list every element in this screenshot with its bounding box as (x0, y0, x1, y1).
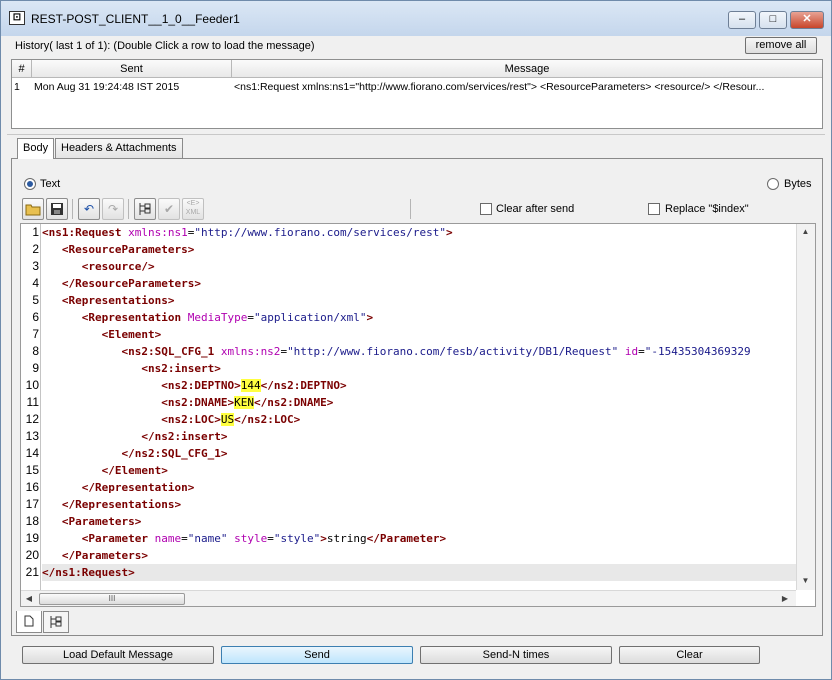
toolbar-separator (72, 199, 73, 219)
code-line-current: </ns1:Request> (42, 564, 796, 581)
code-line: <ns2:DNAME>KEN</ns2:DNAME> (161, 396, 334, 409)
load-default-message-button[interactable]: Load Default Message (22, 646, 214, 664)
scroll-down-icon[interactable]: ▼ (797, 576, 814, 585)
history-header: # Sent Message (12, 60, 822, 78)
line-number: 5 (32, 293, 39, 307)
code-line: <Element> (101, 328, 162, 341)
code-line: </ns2:insert> (141, 430, 228, 443)
code-line: </ns2:SQL_CFG_1> (121, 447, 228, 460)
tree-view-tab[interactable] (43, 611, 69, 633)
undo-icon[interactable]: ↶ (78, 198, 100, 220)
checkmark-icon[interactable]: ✔ (158, 198, 180, 220)
client-window: ⊡ REST-POST_CLIENT__1_0__Feeder1 – □ ✕ H… (0, 0, 832, 680)
editor-toolbar: ↶ ↷ ✔ <E> XML Clear after send Replace "$… (20, 197, 816, 221)
replace-index-label: Replace "$index" (665, 203, 749, 215)
code-line: <Parameters> (61, 515, 142, 528)
line-number: 1 (32, 225, 39, 239)
text-radio[interactable] (24, 178, 36, 190)
line-number: 16 (25, 480, 39, 494)
vertical-scrollbar[interactable]: ▲ ▼ (796, 224, 815, 590)
code-line: </Representations> (61, 498, 182, 511)
code-line: <ns2:DEPTNO>144</ns2:DEPTNO> (161, 379, 347, 392)
clear-after-send-label: Clear after send (496, 203, 575, 215)
redo-icon[interactable]: ↷ (102, 198, 124, 220)
minimize-button[interactable]: – (728, 11, 756, 29)
close-button[interactable]: ✕ (790, 11, 824, 29)
title-bar[interactable]: ⊡ REST-POST_CLIENT__1_0__Feeder1 – □ ✕ (1, 1, 831, 36)
toolbar-separator (410, 199, 411, 219)
line-number-gutter: 1 2 3 4 5 6 7 8 9 10 11 12 13 14 15 16 17 18 19 20 21 (21, 224, 41, 590)
code-line: </Parameters> (61, 549, 148, 562)
send-n-times-button[interactable]: Send-N times (420, 646, 612, 664)
line-number: 12 (25, 412, 39, 426)
line-number: 15 (25, 463, 39, 477)
code-line: <Parameter name="name" style="style">str… (81, 532, 447, 545)
bytes-radio[interactable] (767, 178, 779, 190)
code-line: <resource/> (81, 260, 155, 273)
history-row-message: <ns1:Request xmlns:ns1="http://www.fiora… (234, 81, 765, 93)
open-folder-icon[interactable] (22, 198, 44, 220)
send-button[interactable]: Send (221, 646, 413, 664)
code-line: <ns2:insert> (141, 362, 221, 375)
code-area[interactable]: <ns1:Request xmlns:ns1="http://www.fiora… (42, 224, 796, 590)
window-title: REST-POST_CLIENT__1_0__Feeder1 (31, 12, 240, 26)
line-number: 11 (26, 395, 39, 409)
line-number: 13 (25, 429, 39, 443)
tab-headers-attachments[interactable]: Headers & Attachments (55, 138, 183, 158)
column-header-message[interactable]: Message (232, 60, 822, 78)
line-number: 3 (32, 259, 39, 273)
scroll-left-icon[interactable]: ◀ (23, 594, 35, 603)
line-number: 6 (32, 310, 39, 324)
code-line: <Representations> (61, 294, 175, 307)
code-line: <ns2:SQL_CFG_1 xmlns:ns2="http://www.fio… (121, 345, 751, 358)
line-number: 7 (32, 327, 39, 341)
bytes-radio-label: Bytes (784, 178, 812, 190)
code-line: <Representation MediaType="application/x… (81, 311, 374, 324)
code-line: <ns2:LOC>US</ns2:LOC> (161, 413, 301, 426)
line-number: 20 (25, 548, 39, 562)
line-number: 10 (25, 378, 39, 392)
scroll-up-icon[interactable]: ▲ (797, 227, 814, 236)
body-panel: Text Bytes ↶ ↷ ✔ <E> XML Clear after sen… (11, 158, 823, 636)
xml-editor[interactable]: 1 2 3 4 5 6 7 8 9 10 11 12 13 14 15 16 17 18 19 20 21 <ns1:R… (20, 223, 816, 607)
horizontal-scroll-thumb[interactable]: III (39, 593, 185, 605)
history-table: # Sent Message 1 Mon Aug 31 19:24:48 IST… (11, 59, 823, 129)
clear-button[interactable]: Clear (619, 646, 760, 664)
line-number: 17 (25, 497, 39, 511)
app-icon: ⊡ (9, 11, 25, 25)
tab-body[interactable]: Body (17, 138, 55, 159)
history-row-sent: Mon Aug 31 19:24:48 IST 2015 (34, 81, 180, 93)
replace-index-checkbox[interactable] (648, 203, 660, 215)
line-number: 8 (32, 344, 39, 358)
maximize-button[interactable]: □ (759, 11, 787, 29)
column-header-sent[interactable]: Sent (32, 60, 232, 78)
text-view-tab[interactable] (16, 611, 42, 633)
client-area: History( last 1 of 1): (Double Click a r… (7, 36, 825, 674)
code-line: </ResourceParameters> (61, 277, 201, 290)
save-icon[interactable] (46, 198, 68, 220)
text-radio-label: Text (40, 178, 61, 190)
scroll-right-icon[interactable]: ▶ (779, 594, 791, 603)
line-number: 9 (32, 361, 39, 375)
column-header-number[interactable]: # (12, 60, 32, 78)
code-line: <ns1:Request xmlns:ns1="http://www.fiora… (42, 226, 453, 239)
history-label: History( last 1 of 1): (Double Click a r… (15, 40, 315, 52)
code-line: </Element> (101, 464, 168, 477)
line-number: 18 (25, 514, 39, 528)
remove-all-button[interactable]: remove all (745, 37, 817, 54)
line-number: 21 (25, 565, 39, 579)
line-number: 19 (25, 531, 39, 545)
toolbar-separator (128, 199, 129, 219)
clear-after-send-checkbox[interactable] (480, 203, 492, 215)
history-row-number: 1 (14, 81, 20, 93)
history-row[interactable]: 1 Mon Aug 31 19:24:48 IST 2015 <ns1:Requ… (12, 79, 822, 95)
horizontal-scrollbar[interactable]: ◀ III ▶ (21, 590, 796, 606)
xml-tree-icon[interactable] (134, 198, 156, 220)
xml-format-icon[interactable]: <E> XML (182, 198, 204, 220)
code-line: </Representation> (81, 481, 195, 494)
code-line: <ResourceParameters> (61, 243, 195, 256)
line-number: 14 (25, 446, 39, 460)
line-number: 2 (32, 242, 39, 256)
line-number: 4 (32, 276, 39, 290)
